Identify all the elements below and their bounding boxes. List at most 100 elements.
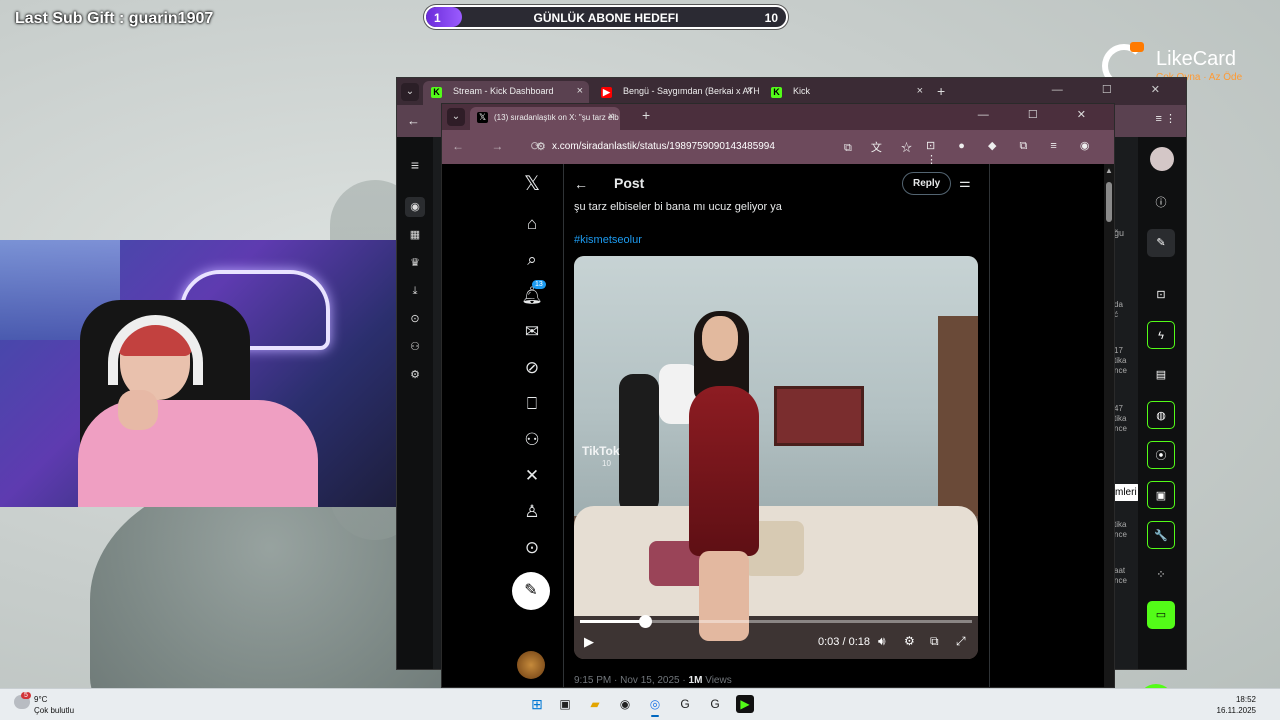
gear-icon[interactable]: ⚙	[405, 365, 425, 385]
reply-button[interactable]: Reply	[902, 172, 952, 195]
tab-x-post[interactable]: 𝕏 (13) sıradanlaştık on X: "şu tarz elb …	[470, 107, 620, 130]
chat-fragment: tika	[1114, 520, 1127, 529]
edit-icon[interactable]: ✎	[1147, 229, 1175, 257]
kick-dashboard-sidebar: ≡ ◉ ▦ ♛ ⤓ ⊙ ⚇ ⚙	[397, 137, 433, 669]
messages-icon[interactable]: ✉	[518, 318, 546, 346]
download-icon[interactable]: ⤓	[405, 281, 425, 301]
webcam-streamer-body	[78, 400, 318, 507]
profile-icon[interactable]: ♙	[518, 498, 546, 526]
users-settings-icon[interactable]: ⚇	[405, 337, 425, 357]
filter-icon[interactable]: ⚌	[959, 175, 971, 191]
site-info-icon[interactable]: ⚙	[536, 140, 546, 153]
chat-fragment: ć	[1114, 310, 1118, 319]
temperature[interactable]: 9°C	[34, 695, 47, 704]
broadcast-icon[interactable]: ⦿	[1147, 441, 1175, 469]
app-g-icon[interactable]: G	[676, 695, 694, 713]
browser-menu-icons[interactable]: ≡ ⋮	[1156, 112, 1176, 125]
back-arrow-icon[interactable]: ←	[574, 176, 588, 192]
app-g-icon[interactable]: G	[706, 695, 724, 713]
extension-icons[interactable]: ⊡ ● ◆ ⧉ ≡ ◉ ⋮	[926, 139, 1114, 166]
moderation-icon[interactable]: ⊙	[405, 309, 425, 329]
grok-icon[interactable]: ⊘	[518, 354, 546, 382]
home-icon[interactable]: ⌂	[518, 210, 546, 238]
gear-icon[interactable]: ⚙	[904, 634, 915, 648]
close-icon[interactable]: ×	[608, 111, 614, 122]
chat-bubble-icon[interactable]: ◍	[1147, 401, 1175, 429]
likecard-brand-name: LikeCard	[1156, 48, 1237, 70]
windows-start-icon[interactable]: ⊞	[528, 695, 546, 713]
new-tab-button[interactable]: +	[937, 83, 945, 99]
search-icon[interactable]: ⌕	[518, 246, 546, 274]
avatar[interactable]	[517, 651, 545, 679]
post-timestamp: 9:15 PM · Nov 15, 2025 ·	[574, 675, 689, 686]
chat-fragment: nce	[1114, 530, 1127, 539]
chat-fragment: nce	[1114, 576, 1127, 585]
layout-icon[interactable]: ▣	[1147, 481, 1175, 509]
scroll-up-arrow-icon[interactable]: ▲	[1105, 166, 1113, 175]
screenshot-icon[interactable]: ⊡	[1147, 281, 1175, 309]
window-controls[interactable]: — ☐ ✕	[978, 108, 1104, 121]
chrome-icon[interactable]: ◎	[646, 695, 664, 717]
system-clock[interactable]: 18:52 16.11.2025	[1217, 694, 1256, 716]
window-controls[interactable]: — ☐ ✕	[1052, 83, 1178, 96]
tab-label: Kick	[793, 86, 811, 96]
goal-title: GÜNLÜK ABONE HEDEFI	[533, 11, 679, 25]
page-title: Post	[614, 175, 645, 191]
trophy-icon[interactable]: ♛	[405, 253, 425, 273]
x-logo-icon[interactable]: 𝕏	[518, 170, 546, 198]
webcam-streamer-hand	[118, 390, 158, 430]
dots-cluster-icon[interactable]: ⁘	[1147, 561, 1175, 589]
tab-kick[interactable]: K Kick ×	[763, 81, 929, 105]
analytics-icon[interactable]: ▦	[405, 225, 425, 245]
more-icon[interactable]: ⊙	[518, 534, 546, 562]
picture-in-picture-icon[interactable]: ⧉	[930, 634, 939, 649]
bookmark-icon[interactable]: ⎕	[518, 390, 546, 418]
kick-chat-panel: ğu da ć 17 tika nce 47 tika nce ön tika …	[1112, 178, 1140, 659]
notes-icon[interactable]: ▤	[1147, 361, 1175, 389]
tab-search-button[interactable]: ⌄	[401, 83, 419, 101]
compose-post-button[interactable]: ✎	[512, 572, 550, 610]
chat-fragment: aat	[1114, 566, 1126, 575]
info-icon[interactable]: ⓘ	[1147, 189, 1175, 217]
app-terminal-icon[interactable]: ▶	[736, 695, 754, 713]
wrench-icon[interactable]: 🔧	[1147, 521, 1175, 549]
x-toolbar: ← → ⟳ ⚙ x.com/siradanlastik/status/19897…	[442, 130, 1114, 166]
weather-condition[interactable]: Çok bulutlu	[34, 706, 74, 715]
url-text: x.com/siradanlastik/status/1989759090143…	[552, 141, 775, 152]
premium-x-icon[interactable]: ✕	[518, 462, 546, 490]
omnibox-action-icons[interactable]: ⧉ 文 ☆	[844, 139, 920, 155]
video-progress-bar[interactable]	[580, 615, 972, 628]
new-tab-button[interactable]: +	[642, 107, 650, 123]
close-icon[interactable]: ×	[577, 85, 583, 97]
tiktok-watermark-user: 10	[602, 459, 611, 468]
communities-icon[interactable]: ⚇	[518, 426, 546, 454]
avatar[interactable]	[1150, 147, 1174, 171]
tab-kick-dashboard[interactable]: K Stream - Kick Dashboard ×	[423, 81, 589, 105]
stream-live-icon[interactable]: ◉	[405, 197, 425, 217]
hamburger-menu-icon[interactable]: ≡	[405, 155, 425, 175]
video-scene-woman-head	[702, 316, 738, 361]
lightning-icon[interactable]: ϟ	[1147, 321, 1175, 349]
video-controls: ▶ 0:03 / 0:18 🔊︎ ⚙ ⧉ ⤢	[574, 632, 978, 654]
volume-icon[interactable]: 🔊︎	[878, 634, 886, 649]
hashtag-link[interactable]: #kismetseolur	[574, 234, 642, 246]
task-view-icon[interactable]: ▣	[556, 695, 574, 713]
page-scrollbar[interactable]: ▲	[1104, 164, 1114, 687]
obs-icon[interactable]: ◉	[616, 695, 634, 713]
scrollbar-thumb[interactable]	[1106, 182, 1112, 222]
fullscreen-icon[interactable]: ⤢	[956, 634, 966, 649]
close-icon[interactable]: ×	[747, 85, 753, 97]
back-button[interactable]: ←	[407, 113, 420, 128]
file-explorer-icon[interactable]: ▰	[586, 695, 604, 713]
close-icon[interactable]: ×	[917, 85, 923, 97]
clip-icon[interactable]: ▭	[1147, 601, 1175, 629]
tab-youtube[interactable]: ▶ Bengü - Saygımdan (Berkai x ATHC ×	[593, 81, 759, 105]
video-player[interactable]: TikTok 10 ▶ 0:03 / 0:18 🔊︎ ⚙ ⧉ ⤢	[574, 256, 978, 659]
x-logo-icon: 𝕏	[477, 112, 488, 123]
chat-fragment: tika	[1114, 414, 1127, 423]
tab-search-button[interactable]: ⌄	[447, 108, 465, 126]
play-icon[interactable]: ▶	[584, 634, 594, 650]
chat-fragment: nce	[1114, 424, 1127, 433]
x-tab-strip: ⌄ 𝕏 (13) sıradanlaştık on X: "şu tarz el…	[442, 104, 1114, 130]
views-count: 1M	[688, 675, 703, 686]
